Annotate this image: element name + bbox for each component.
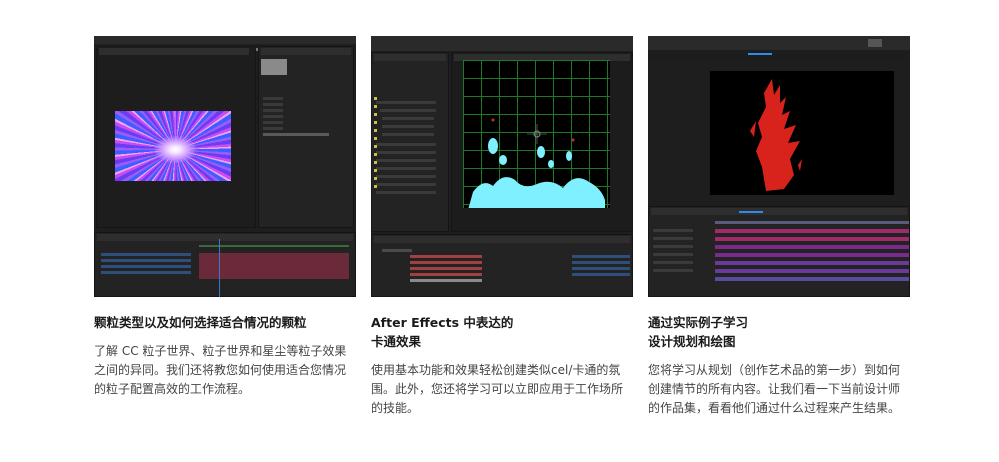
- course-card-particles[interactable]: 颗粒类型以及如何选择适合情况的颗粒 了解 CC 粒子世界、粒子世界和星尘等粒子效…: [94, 36, 356, 399]
- menu-bar: [371, 36, 633, 51]
- menu-bar: [94, 36, 356, 51]
- card-title-line1: 通过实际例子学习: [648, 315, 749, 330]
- project-panel: [258, 46, 354, 228]
- card-title[interactable]: 通过实际例子学习 设计规划和绘图: [648, 313, 910, 351]
- course-card-design-drawing[interactable]: 通过实际例子学习 设计规划和绘图 您将学习从规划（创作艺术品的第一步）到如何创建…: [648, 36, 910, 418]
- card-title-line1: After Effects 中表达的: [371, 315, 514, 330]
- tab-bar: [648, 50, 910, 60]
- timeline-panel: [94, 232, 356, 297]
- project-panel: [371, 52, 449, 232]
- toolbar: [371, 44, 633, 51]
- composition-panel: [96, 46, 256, 228]
- card-title-line2: 卡通效果: [371, 334, 422, 349]
- timeline-panel: [648, 206, 910, 297]
- card-description: 了解 CC 粒子世界、粒子世界和星尘等粒子效果之间的异同。我们还将教您如何使用适…: [94, 344, 347, 396]
- flame-drawing: [750, 79, 802, 191]
- card-title-line2: 设计规划和绘图: [648, 334, 736, 349]
- cartoon-splash-shape: [468, 118, 605, 208]
- card-title[interactable]: After Effects 中表达的 卡通效果: [371, 313, 633, 351]
- timeline-panel: [371, 234, 633, 297]
- cartoon-effect-screenshot[interactable]: [371, 36, 633, 297]
- toolbar: [648, 36, 910, 50]
- particle-burst-preview: [115, 111, 231, 181]
- card-description: 使用基本功能和效果轻松创建类似cel/卡通的氛围。此外，您还将学习可以立即应用于…: [371, 363, 624, 415]
- card-title[interactable]: 颗粒类型以及如何选择适合情况的颗粒: [94, 313, 356, 332]
- course-card-cartoon[interactable]: After Effects 中表达的 卡通效果 使用基本功能和效果轻松创建类似c…: [371, 36, 633, 418]
- particle-burst-screenshot[interactable]: [94, 36, 356, 297]
- flame-drawing-screenshot[interactable]: [648, 36, 910, 297]
- card-description: 您将学习从规划（创作艺术品的第一步）到如何创建情节的所有内容。让我们看一下当前设…: [648, 363, 901, 415]
